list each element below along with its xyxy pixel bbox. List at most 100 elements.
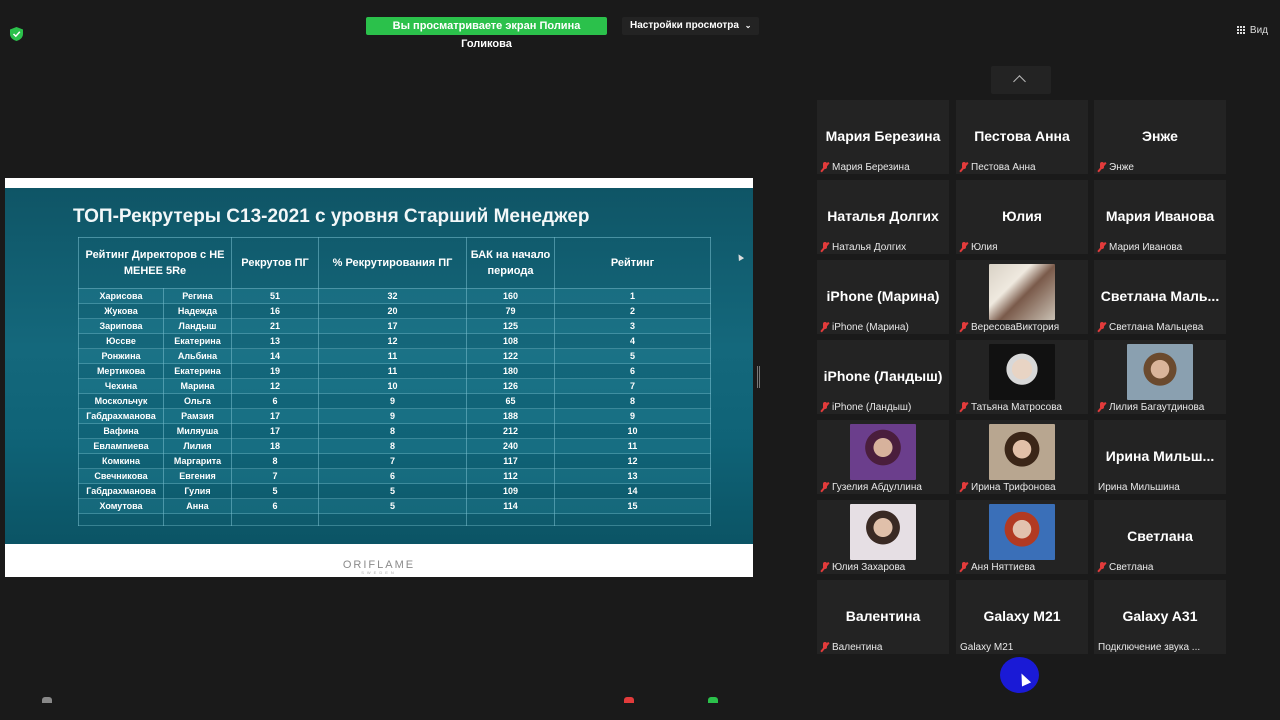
participant-name-label: Наталья Долгих	[832, 242, 907, 253]
view-button[interactable]: Вид	[1236, 25, 1268, 36]
notification-badge-icon[interactable]	[624, 697, 634, 703]
view-options-button[interactable]: Настройки просмотра ⌄	[622, 17, 760, 35]
table-row: Москольчук Ольга 6 9 65 8	[78, 393, 711, 409]
cell-first: Марина	[163, 378, 232, 394]
participant-tile[interactable]: Лилия Багаутдинова	[1094, 340, 1226, 414]
cell-last: Хомутова	[78, 498, 164, 514]
slide-title: ТОП-Рекрутеры С13-2021 с уровня Старший …	[73, 206, 590, 227]
header-percent-recruiting: % Рекрутирования ПГ	[318, 237, 467, 289]
table-row: Свечникова Евгения 7 6 112 13	[78, 468, 711, 484]
cell-bak: 114	[466, 498, 555, 514]
participant-tile[interactable]: Ирина Трифонова	[956, 420, 1088, 494]
participant-tile[interactable]: iPhone (Марина) iPhone (Марина)	[817, 260, 949, 334]
cell-rank: 6	[554, 363, 711, 379]
participant-name-footer: Татьяна Матросова	[960, 402, 1062, 413]
participant-name-label: Юлия	[971, 242, 998, 253]
participant-tile[interactable]: Мария Иванова Мария Иванова	[1094, 180, 1226, 254]
mic-icon[interactable]	[42, 697, 52, 703]
cell-bak: 188	[466, 408, 555, 424]
participant-tile[interactable]: Юлия Захарова	[817, 500, 949, 574]
cell-percent: 8	[318, 438, 467, 454]
participant-tile[interactable]: Светлана Светлана	[1094, 500, 1226, 574]
participant-tile[interactable]: Валентина Валентина	[817, 580, 949, 654]
participant-name-label: Ирина Мильшина	[1098, 482, 1180, 493]
cell-first: Анна	[163, 498, 232, 514]
cell-rank: 10	[554, 423, 711, 439]
participant-name-label: ВересоваВиктория	[971, 322, 1060, 333]
participant-name-label: Светлана	[1109, 562, 1154, 573]
cell-recruits: 6	[231, 498, 319, 514]
cell-first: Ландыш	[163, 318, 232, 334]
share-screen-icon[interactable]	[708, 697, 718, 703]
participant-tile[interactable]: Энже Энже	[1094, 100, 1226, 174]
cell-rank: 15	[554, 498, 711, 514]
participant-name-footer: Galaxy M21	[960, 642, 1013, 653]
table-row: Чехина Марина 12 10 126 7	[78, 378, 711, 394]
participant-display-name: Мария Иванова	[1105, 208, 1215, 224]
security-shield-icon[interactable]	[10, 27, 23, 41]
muted-mic-icon	[821, 322, 829, 333]
participant-tile[interactable]: Светлана Маль... Светлана Мальцева	[1094, 260, 1226, 334]
cell-bak: 79	[466, 303, 555, 319]
participant-tile[interactable]: Юлия Юлия	[956, 180, 1088, 254]
cell-rank: 14	[554, 483, 711, 499]
participant-video	[850, 424, 916, 480]
participant-display-name: Galaxy M21	[983, 608, 1061, 624]
participant-display-name: iPhone (Марина)	[826, 288, 940, 304]
participant-name-footer: Ирина Мильшина	[1098, 482, 1180, 493]
cell-percent: 6	[318, 468, 467, 484]
slide-content: ТОП-Рекрутеры С13-2021 с уровня Старший …	[5, 188, 753, 544]
cell-recruits: 19	[231, 363, 319, 379]
muted-mic-icon	[960, 322, 968, 333]
participant-tile[interactable]: Гузелия Абдуллина	[817, 420, 949, 494]
header-rating-directors: Рейтинг Директоров с НЕ МЕНЕЕ 5Re	[78, 237, 232, 289]
cell-percent: 5	[318, 498, 467, 514]
cell-recruits: 13	[231, 333, 319, 349]
splitter-handle[interactable]	[757, 366, 760, 388]
participant-tile[interactable]: Galaxy A31 Подключение звука ...	[1094, 580, 1226, 654]
participant-name-label: Гузелия Абдуллина	[832, 482, 922, 493]
cell-first: Миляуша	[163, 423, 232, 439]
participant-name-footer: ВересоваВиктория	[960, 322, 1059, 333]
participant-tile[interactable]: Пестова Анна Пестова Анна	[956, 100, 1088, 174]
participant-name-footer: Мария Иванова	[1098, 242, 1182, 253]
muted-mic-icon	[1098, 162, 1106, 173]
muted-mic-icon	[960, 562, 968, 573]
muted-mic-icon	[960, 402, 968, 413]
participant-tile[interactable]: Наталья Долгих Наталья Долгих	[817, 180, 949, 254]
cell-bak: 65	[466, 393, 555, 409]
cell-bak: 108	[466, 333, 555, 349]
participant-name-footer: Пестова Анна	[960, 162, 1036, 173]
participant-name-label: iPhone (Марина)	[832, 322, 909, 333]
participant-tile[interactable]: iPhone (Ландыш) iPhone (Ландыш)	[817, 340, 949, 414]
cell-first: Надежда	[163, 303, 232, 319]
participant-tile[interactable]: Аня Няттиева	[956, 500, 1088, 574]
cell-bak: 180	[466, 363, 555, 379]
table-row: Харисова Регина 51 32 160 1	[78, 288, 711, 304]
participant-display-name: iPhone (Ландыш)	[823, 368, 943, 384]
table-empty-row	[78, 513, 711, 526]
participant-tile[interactable]: Galaxy M21 Galaxy M21	[956, 580, 1088, 654]
scroll-up-button[interactable]	[991, 66, 1051, 94]
participant-tile[interactable]: ВересоваВиктория	[956, 260, 1088, 334]
cell-bak: 126	[466, 378, 555, 394]
cell-percent: 9	[318, 393, 467, 409]
participant-tile[interactable]: Мария Березина Мария Березина	[817, 100, 949, 174]
view-button-label: Вид	[1249, 25, 1268, 36]
participant-name-label: Galaxy M21	[960, 642, 1014, 653]
participant-display-name: Ирина Мильш...	[1105, 448, 1215, 464]
participant-tile[interactable]: Ирина Мильш... Ирина Мильшина	[1094, 420, 1226, 494]
participant-display-name: Светлана	[1127, 528, 1193, 544]
cell-recruits: 51	[231, 288, 319, 304]
chevron-down-icon: ⌄	[744, 21, 752, 30]
cell-rank: 12	[554, 453, 711, 469]
cell-bak: 122	[466, 348, 555, 364]
cell-rank: 4	[554, 333, 711, 349]
shared-screen-slide: ТОП-Рекрутеры С13-2021 с уровня Старший …	[5, 178, 753, 577]
cell-percent: 17	[318, 318, 467, 334]
table-row: Габдрахманова Гулия 5 5 109 14	[78, 483, 711, 499]
participant-name-label: iPhone (Ландыш)	[832, 402, 912, 413]
participant-tile[interactable]: Татьяна Матросова	[956, 340, 1088, 414]
muted-mic-icon	[821, 242, 829, 253]
participant-name-footer: Юлия	[960, 242, 998, 253]
